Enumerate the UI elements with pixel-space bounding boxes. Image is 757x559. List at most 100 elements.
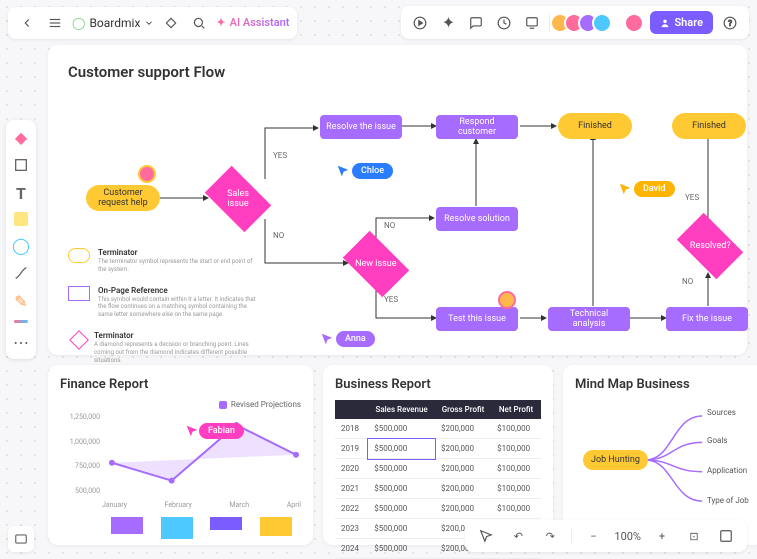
mindmap-canvas[interactable]: Job Hunting Sources Goals Application Ty… [575, 400, 751, 520]
pen-tool[interactable]: ✎ [12, 292, 30, 310]
table-cell[interactable]: $500,000 [368, 539, 435, 559]
avatar [592, 13, 612, 33]
node-start[interactable]: Customer request help [86, 185, 160, 211]
comment-button[interactable] [465, 12, 487, 34]
sparkle-button[interactable]: ✦ [437, 12, 459, 34]
redo-button[interactable]: ↷ [539, 525, 561, 547]
text-tool[interactable]: T [12, 184, 30, 202]
shapes-tool[interactable]: ◆ [12, 128, 30, 146]
flow-card[interactable]: Customer support Flow [48, 45, 747, 355]
zoom-level[interactable]: 100% [614, 530, 641, 543]
legend-item: On-Page ReferenceThis symbol would conta… [68, 286, 258, 319]
table-cell[interactable]: $200,000 [435, 439, 491, 459]
tag-button[interactable] [160, 12, 182, 34]
menu-button[interactable] [44, 12, 66, 34]
mind-leaf[interactable]: Type of Job [707, 496, 749, 505]
table-cell[interactable]: $500,000 [368, 479, 435, 499]
undo-button[interactable]: ↶ [507, 525, 529, 547]
table-cell[interactable]: 2018 [335, 419, 368, 439]
share-button[interactable]: Share [650, 11, 713, 34]
zoom-in-button[interactable]: + [651, 525, 673, 547]
label-yes3: YES [685, 193, 699, 202]
node-test[interactable]: Test this issue [436, 307, 518, 331]
mindmap-card[interactable]: Mind Map Business Job Hunting Sources Go… [563, 365, 757, 545]
pointer-tool[interactable] [475, 525, 497, 547]
y-axis: 1,250,000 1,000,000 750,000 500,000 [60, 413, 100, 495]
table-row[interactable]: 2022$500,000$200,000$100,000 [335, 499, 541, 519]
finance-card[interactable]: Finance Report Revised Projections 1,250… [48, 365, 313, 545]
table-cell[interactable]: $500,000 [368, 459, 435, 479]
table-cell[interactable]: $100,000 [491, 459, 541, 479]
collaborator-avatars[interactable] [556, 13, 612, 33]
table-row[interactable]: 2021$500,000$200,000$100,000 [335, 479, 541, 499]
feedback-button[interactable] [8, 526, 34, 552]
zoom-out-button[interactable]: − [582, 525, 604, 547]
node-tech[interactable]: Technical analysis [548, 307, 630, 331]
node-respond[interactable]: Respond customer [436, 115, 518, 139]
table-cell[interactable]: 2023 [335, 519, 368, 539]
export-button[interactable] [521, 12, 543, 34]
flow-canvas[interactable]: Customer request help Sales issue YES NO… [68, 93, 727, 353]
node-finished2[interactable]: Finished [672, 113, 746, 139]
legend-desc: A diamond represents a decision or branc… [94, 341, 258, 364]
table-cell[interactable]: 2020 [335, 459, 368, 479]
table-cell[interactable]: $100,000 [491, 439, 541, 459]
table-cell[interactable]: $500,000 [368, 419, 435, 439]
node-finished1[interactable]: Finished [558, 113, 632, 139]
help-button[interactable]: ? [719, 12, 741, 34]
shapes2-tool[interactable]: ◯ [12, 236, 30, 254]
node-sales[interactable]: Sales issue [205, 166, 271, 232]
table-row[interactable]: 2018$500,000$200,000$100,000 [335, 419, 541, 439]
table-cell[interactable]: $100,000 [491, 479, 541, 499]
play-button[interactable] [409, 12, 431, 34]
table-cell[interactable]: $500,000 [368, 499, 435, 519]
minimap-button[interactable] [715, 525, 737, 547]
business-card[interactable]: Business Report Sales RevenueGross Profi… [323, 365, 553, 545]
table-cell[interactable]: 2024 [335, 539, 368, 559]
legend-title: On-Page Reference [98, 286, 258, 295]
mind-leaf[interactable]: Application [707, 466, 747, 475]
more-tool[interactable] [14, 320, 28, 323]
table-row[interactable]: 2020$500,000$200,000$100,000 [335, 459, 541, 479]
table-cell[interactable]: 2019 [335, 439, 368, 459]
table-cell[interactable]: $500,000 [368, 439, 435, 459]
back-button[interactable] [16, 12, 38, 34]
more-dots-tool[interactable]: ⋯ [12, 333, 30, 351]
ai-assistant-button[interactable]: ✦ AI Assistant [216, 16, 289, 29]
node-resolve-issue[interactable]: Resolve the issue [320, 115, 402, 139]
history-button[interactable] [493, 12, 515, 34]
table-cell[interactable]: $200,000 [435, 459, 491, 479]
status-bar: ↶ ↷ − 100% + ⊡ [465, 520, 747, 552]
connector-tool[interactable] [12, 264, 30, 282]
table-cell[interactable]: $200,000 [435, 499, 491, 519]
search-button[interactable] [188, 12, 210, 34]
user-avatar[interactable] [624, 13, 644, 33]
mind-leaf[interactable]: Sources [707, 408, 736, 417]
node-resolved[interactable]: Resolved? [677, 213, 743, 279]
legend-desc: This symbol would contain within it a le… [98, 296, 258, 319]
node-new-issue[interactable]: New issue [343, 231, 409, 297]
cursor-label: David [634, 181, 675, 197]
table-row[interactable]: 2019$500,000$200,000$100,000 [335, 439, 541, 459]
label-yes: YES [273, 151, 287, 160]
mind-leaf[interactable]: Goals [707, 436, 727, 445]
table-cell[interactable]: $100,000 [491, 499, 541, 519]
table-cell[interactable]: 2021 [335, 479, 368, 499]
table-cell[interactable]: $200,000 [435, 479, 491, 499]
label-no2: NO [384, 221, 395, 230]
business-title: Business Report [335, 377, 541, 392]
cursor-chloe: Chloe [336, 163, 393, 179]
sticky-tool[interactable] [14, 212, 28, 226]
mind-root[interactable]: Job Hunting [583, 450, 648, 470]
frame-tool[interactable] [12, 156, 30, 174]
node-fix[interactable]: Fix the issue [666, 307, 748, 331]
node-resolve-sol[interactable]: Resolve solution [436, 207, 518, 231]
table-cell[interactable]: $500,000 [368, 519, 435, 539]
table-cell[interactable]: $100,000 [491, 419, 541, 439]
table-cell[interactable]: 2022 [335, 499, 368, 519]
table-cell[interactable]: $200,000 [435, 419, 491, 439]
table-header [335, 400, 368, 419]
fit-button[interactable]: ⊡ [683, 525, 705, 547]
brand-dropdown[interactable]: ◯ Boardmix [72, 16, 154, 30]
table-header: Sales Revenue [368, 400, 435, 419]
